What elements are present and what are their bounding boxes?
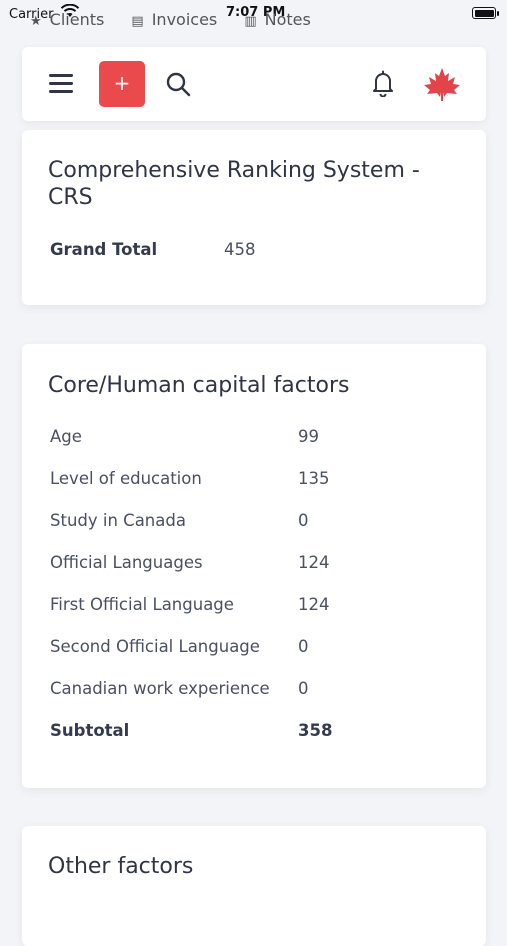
tab-notes[interactable]: ▥ Notes (244, 10, 311, 29)
factor-value: 124 (298, 553, 330, 572)
core-factors-title: Core/Human capital factors (48, 373, 350, 398)
clients-icon: ★ (30, 14, 42, 29)
factor-row-second-official-language: Second Official Language 0 (50, 637, 458, 659)
tab-clients-label: Clients (49, 10, 105, 29)
tab-invoices[interactable]: ▤ Invoices (131, 10, 217, 29)
subtotal-label: Subtotal (50, 721, 130, 740)
factor-value: 0 (298, 679, 309, 698)
maple-leaf-icon (424, 68, 460, 101)
maple-leaf-avatar[interactable] (417, 60, 467, 110)
factor-value: 124 (298, 595, 330, 614)
factor-value: 135 (298, 469, 330, 488)
factor-label: Official Languages (50, 553, 203, 572)
add-button[interactable]: + (99, 61, 145, 107)
crs-card: Comprehensive Ranking System - CRS Grand… (22, 130, 486, 305)
tab-invoices-label: Invoices (151, 10, 218, 29)
top-app-bar: + (22, 47, 486, 121)
tab-clients[interactable]: ★ Clients (30, 10, 104, 29)
other-factors-title: Other factors (48, 854, 194, 879)
factor-label: Age (50, 427, 82, 446)
factor-value: 0 (298, 511, 309, 530)
subtotal-value: 358 (298, 721, 333, 740)
factor-label: Study in Canada (50, 511, 186, 530)
factor-row-education: Level of education 135 (50, 469, 458, 491)
invoices-icon: ▤ (131, 14, 144, 29)
factor-row-canadian-work-experience: Canadian work experience 0 (50, 679, 458, 701)
core-factors-card: Core/Human capital factors Age 99 Level … (22, 344, 486, 788)
grand-total-row: Grand Total 458 (50, 240, 458, 262)
battery-tip-icon (497, 11, 499, 16)
factor-label: Second Official Language (50, 637, 260, 656)
subtotal-row: Subtotal 358 (50, 721, 458, 743)
battery-icon (472, 7, 496, 19)
factor-label: Level of education (50, 469, 202, 488)
factor-row-study-in-canada: Study in Canada 0 (50, 511, 458, 533)
factor-row-first-official-language: First Official Language 124 (50, 595, 458, 617)
grand-total-value: 458 (224, 240, 256, 259)
search-icon[interactable] (165, 71, 191, 97)
hamburger-menu-icon[interactable] (49, 74, 73, 94)
factor-value: 0 (298, 637, 309, 656)
grand-total-label: Grand Total (50, 240, 158, 259)
background-tab-strip: ★ Clients ▤ Invoices ▥ Notes (30, 10, 333, 29)
other-factors-card: Other factors (22, 826, 486, 946)
factor-value: 99 (298, 427, 319, 446)
factor-label: First Official Language (50, 595, 234, 614)
notes-icon: ▥ (244, 14, 257, 29)
factor-row-age: Age 99 (50, 427, 458, 449)
tab-notes-label: Notes (264, 10, 311, 29)
factor-label: Canadian work experience (50, 679, 270, 698)
bell-icon[interactable] (370, 69, 396, 97)
factor-row-official-languages: Official Languages 124 (50, 553, 458, 575)
crs-card-title: Comprehensive Ranking System - CRS (48, 158, 420, 210)
